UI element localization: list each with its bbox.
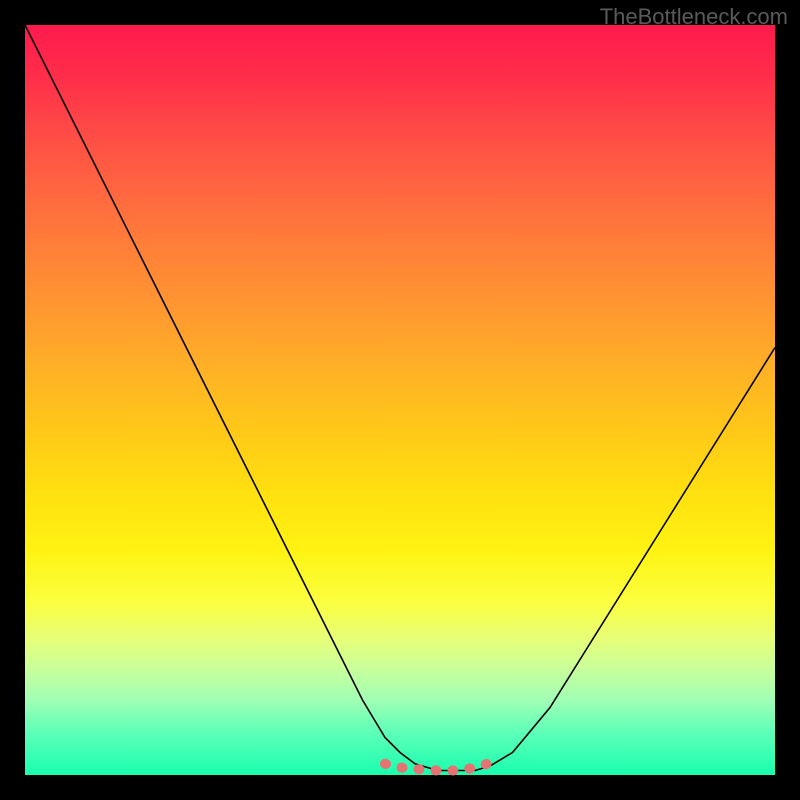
chart-svg (25, 25, 775, 775)
highlight-trough (385, 763, 490, 771)
plot-area (25, 25, 775, 775)
primary-curve (25, 25, 775, 771)
chart-frame: TheBottleneck.com (0, 0, 800, 800)
watermark-text: TheBottleneck.com (600, 4, 788, 30)
